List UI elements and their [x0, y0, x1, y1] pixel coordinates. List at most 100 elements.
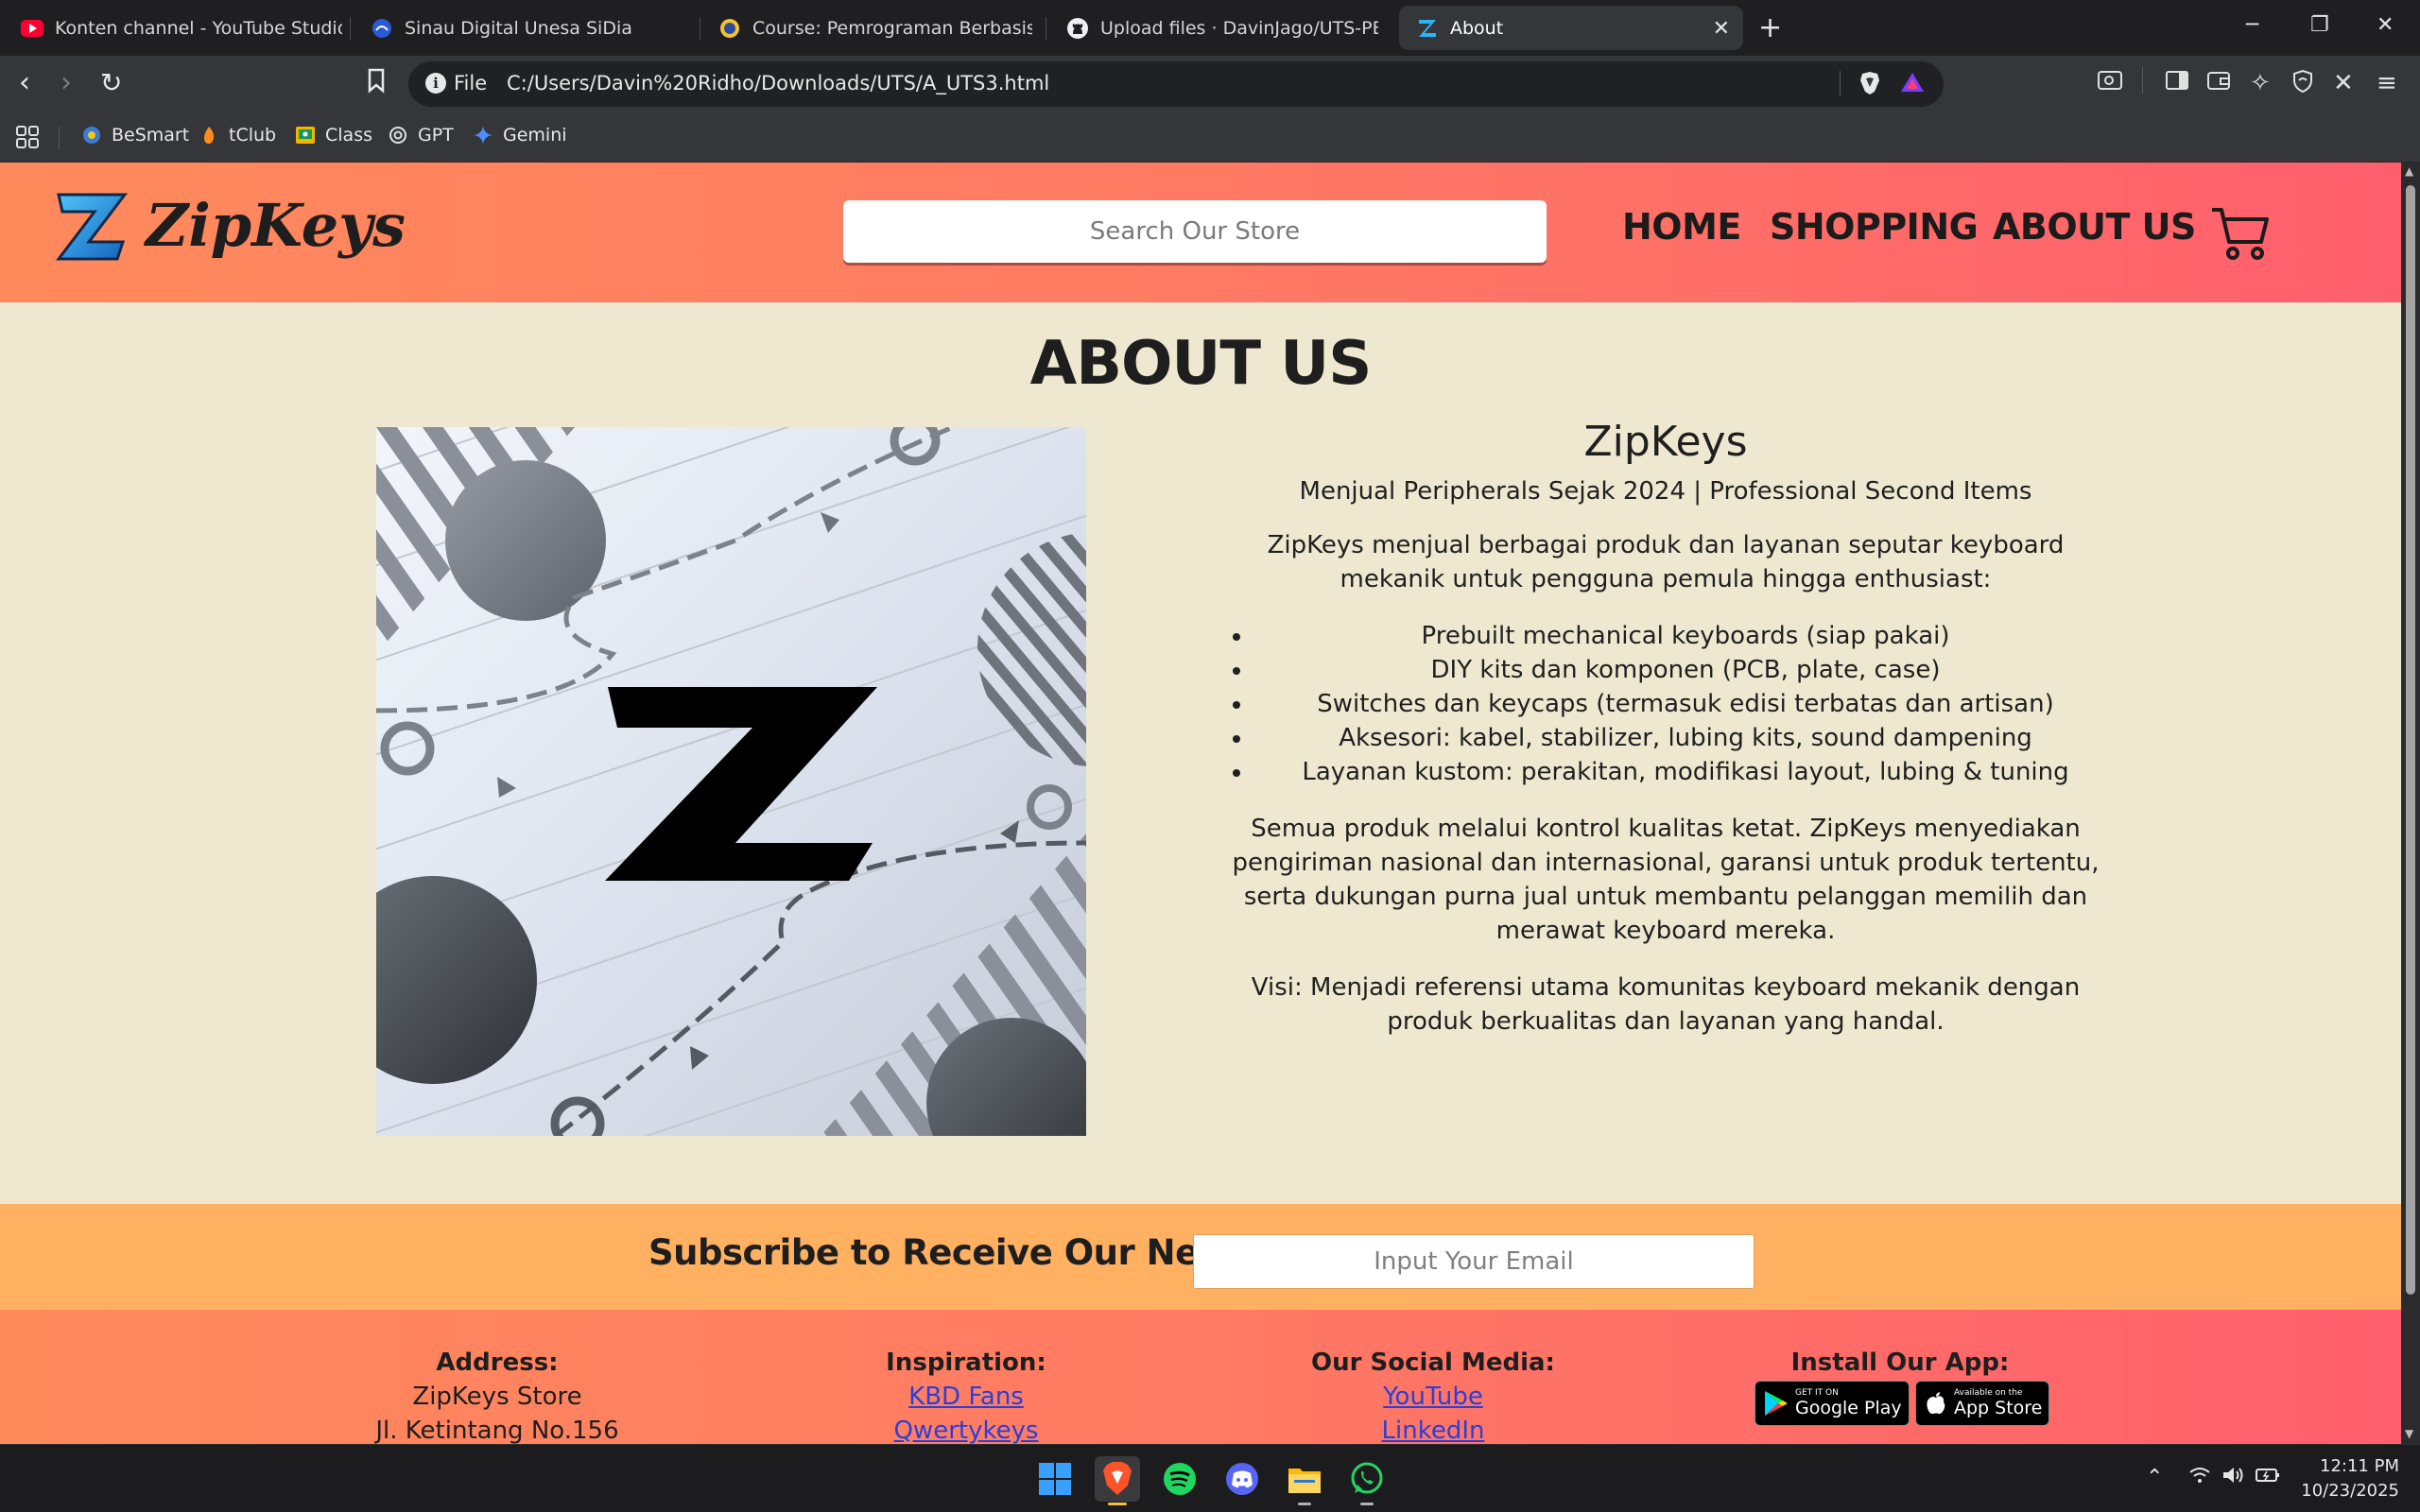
tab-title: Sinau Digital Unesa SiDia — [405, 17, 632, 39]
store-search-input[interactable] — [843, 200, 1547, 263]
close-tab-icon[interactable]: ✕ — [1713, 17, 1730, 41]
windows-start-icon[interactable] — [1032, 1456, 1078, 1502]
page-scrollbar[interactable]: ▲ ▼ — [2401, 163, 2420, 1444]
footer-social: Our Social Media: YouTube LinkedIn — [1291, 1346, 1575, 1444]
tab-sidia[interactable]: Sinau Digital Unesa SiDia — [371, 6, 692, 50]
vision-paragraph: Visi: Menjadi referensi utama komunitas … — [1251, 973, 2081, 1036]
list-item: Prebuilt mechanical keyboards (siap paka… — [1253, 619, 2118, 653]
web-page: ZipKeys HOME SHOPPING ABOUT US ABOUT US — [0, 163, 2401, 1444]
tab-title: Course: Pemrograman Berbasis Platfo — [752, 17, 1032, 39]
volume-icon[interactable] — [2221, 1466, 2244, 1490]
tab-youtube-studio[interactable]: Konten channel - YouTube Studio — [21, 6, 342, 50]
google-play-badge[interactable]: GET IT ON Google Play — [1754, 1381, 1910, 1426]
minimize-window-icon[interactable]: ─ — [2246, 13, 2258, 37]
apps-grid-icon[interactable] — [15, 125, 40, 149]
quality-paragraph: Semua produk melalui kontrol kualitas ke… — [1232, 815, 2100, 945]
menu-hamburger-icon[interactable]: ≡ — [2377, 69, 2397, 97]
badge-small-text: Available on the — [1954, 1388, 2023, 1398]
tab-about-active[interactable]: About ✕ — [1399, 6, 1743, 50]
classroom-icon — [295, 125, 316, 146]
company-tagline: Menjual Peripherals Sejak 2024 | Profess… — [1299, 477, 2032, 506]
discord-icon[interactable] — [1219, 1456, 1265, 1502]
close-window-icon[interactable]: ✕ — [2377, 13, 2394, 37]
bookmark-page-icon[interactable] — [367, 67, 386, 99]
whatsapp-icon[interactable] — [1344, 1456, 1390, 1505]
youtube-link[interactable]: YouTube — [1383, 1383, 1483, 1411]
reload-icon[interactable]: ↻ — [100, 69, 122, 97]
openai-icon — [388, 125, 408, 146]
bookmark-label: BeSmart — [112, 125, 190, 146]
windows-taskbar: ⌃ 12:11 PM 10/23/2025 — [0, 1444, 2420, 1512]
apple-icon — [1926, 1391, 1946, 1416]
bookmark-tclub[interactable]: tClub — [199, 125, 276, 146]
sidia-icon — [371, 17, 393, 40]
tab-github-upload[interactable]: Upload files · DavinJago/UTS-PBP — [1066, 6, 1378, 50]
address-line: Jl. Ketintang No.156 — [375, 1417, 619, 1444]
nav-shopping-link[interactable]: SHOPPING — [1770, 206, 1979, 248]
tab-title: Konten channel - YouTube Studio — [55, 17, 342, 39]
wifi-icon[interactable] — [2189, 1466, 2210, 1489]
bookmark-label: GPT — [418, 125, 454, 146]
brave-icon[interactable] — [1095, 1456, 1140, 1505]
nav-home-link[interactable]: HOME — [1622, 206, 1741, 248]
brave-shields-icon[interactable] — [1858, 71, 1881, 101]
show-hidden-icons-chevron-icon[interactable]: ⌃ — [2146, 1466, 2163, 1489]
forward-arrow-icon[interactable]: › — [60, 69, 72, 97]
site-footer: Address: ZipKeys Store Jl. Ketintang No.… — [0, 1310, 2401, 1444]
file-explorer-icon[interactable] — [1282, 1456, 1327, 1505]
browser-tab-bar: Konten channel - YouTube Studio Sinau Di… — [0, 0, 2420, 56]
brand-name[interactable]: ZipKeys — [146, 191, 406, 260]
list-item: Layanan kustom: perakitan, modifikasi la… — [1253, 755, 2118, 789]
clock-time: 12:11 PM — [2320, 1456, 2399, 1476]
bookmark-class[interactable]: Class — [295, 125, 372, 146]
linkedin-link[interactable]: LinkedIn — [1382, 1417, 1485, 1444]
badge-small-text: GET IT ON — [1795, 1388, 1839, 1398]
spotify-icon[interactable] — [1157, 1456, 1202, 1502]
about-info: ZipKeys Menjual Peripherals Sejak 2024 |… — [1214, 418, 2118, 1039]
footer-heading: Our Social Media: — [1311, 1349, 1555, 1377]
bookmark-gpt[interactable]: GPT — [388, 125, 454, 146]
running-app-indicator — [1298, 1503, 1311, 1505]
subscribe-label: Subscribe to Receive Our News : — [648, 1232, 1276, 1273]
brave-rewards-icon[interactable] — [1900, 71, 1925, 99]
email-field[interactable] — [1193, 1234, 1754, 1289]
extensions-icon[interactable]: ✕ — [2333, 69, 2354, 97]
url-text[interactable]: C:/Users/Davin%20Ridho/Downloads/UTS/A_U… — [507, 72, 1049, 94]
scrollbar-thumb[interactable] — [2406, 185, 2415, 1295]
tab-search-icon[interactable] — [2097, 69, 2123, 98]
zipkeys-logo-icon[interactable] — [55, 191, 129, 263]
clock-date: 10/23/2025 — [2301, 1481, 2399, 1501]
battery-icon[interactable] — [2256, 1466, 2280, 1489]
bookmark-label: Gemini — [503, 125, 567, 146]
site-info-icon[interactable]: i — [425, 73, 446, 94]
footer-inspiration: Inspiration: KBD Fans Qwertykeys — [824, 1346, 1108, 1444]
bookmark-besmart[interactable]: BeSmart — [81, 125, 189, 146]
bookmarks-bar: BeSmart tClub Class GPT Gemini — [0, 113, 2420, 163]
tab-title: About — [1450, 17, 1504, 39]
wallet-icon[interactable] — [2206, 69, 2231, 98]
restore-window-icon[interactable]: ❐ — [2310, 13, 2329, 37]
kbd-fans-link[interactable]: KBD Fans — [908, 1383, 1024, 1411]
nav-about-link[interactable]: ABOUT US — [1993, 206, 2196, 248]
leo-ai-icon[interactable]: ✧ — [2250, 69, 2271, 97]
scroll-up-arrow-icon[interactable]: ▲ — [2405, 164, 2413, 178]
vpn-shield-icon[interactable] — [2291, 69, 2314, 100]
app-store-badge[interactable]: Available on the App Store — [1915, 1381, 2049, 1426]
besmart-icon — [81, 125, 102, 146]
tab-separator — [350, 17, 351, 40]
tab-course[interactable]: Course: Pemrograman Berbasis Platfo — [718, 6, 1032, 50]
running-app-indicator — [1360, 1503, 1374, 1505]
back-arrow-icon[interactable]: ‹ — [19, 69, 30, 97]
shopping-cart-icon[interactable] — [2210, 206, 2271, 261]
scroll-down-arrow-icon[interactable]: ▼ — [2405, 1427, 2413, 1440]
zipkeys-icon — [1416, 17, 1439, 40]
sidebar-toggle-icon[interactable] — [2165, 69, 2189, 98]
address-bar[interactable]: i File C:/Users/Davin%20Ridho/Downloads/… — [408, 61, 1944, 107]
new-tab-plus-icon[interactable]: + — [1758, 11, 1782, 44]
system-clock[interactable]: 12:11 PM 10/23/2025 — [2295, 1454, 2399, 1503]
course-icon — [718, 17, 741, 40]
bookmark-gemini[interactable]: Gemini — [473, 125, 567, 146]
qwertykeys-link[interactable]: Qwertykeys — [893, 1417, 1038, 1444]
list-item: Switches dan keycaps (termasuk edisi ter… — [1253, 687, 2118, 721]
active-app-indicator — [1108, 1503, 1127, 1505]
